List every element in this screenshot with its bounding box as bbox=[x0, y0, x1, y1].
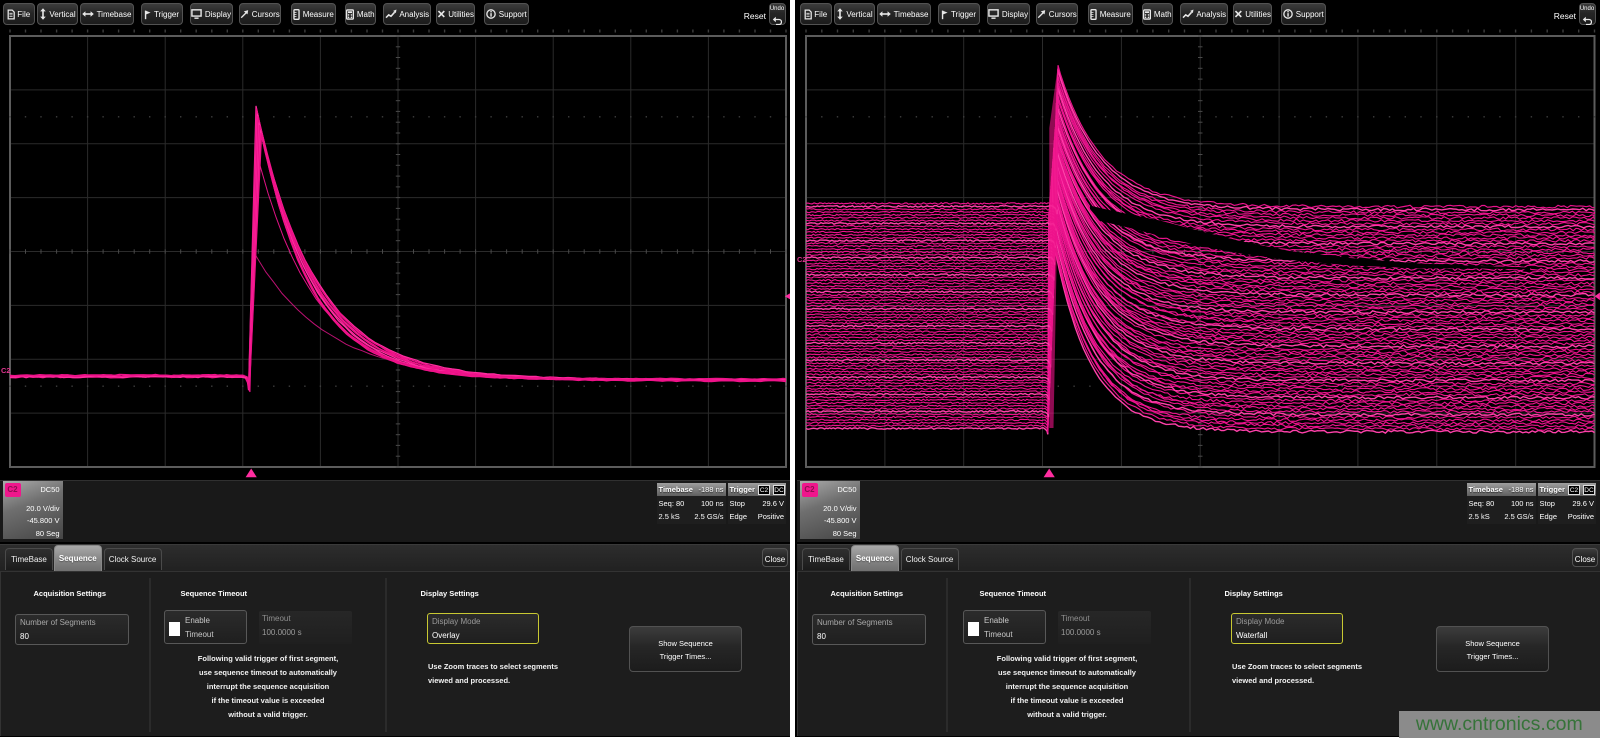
svg-text:C2: C2 bbox=[797, 255, 807, 264]
svg-text:C2: C2 bbox=[1, 366, 11, 375]
